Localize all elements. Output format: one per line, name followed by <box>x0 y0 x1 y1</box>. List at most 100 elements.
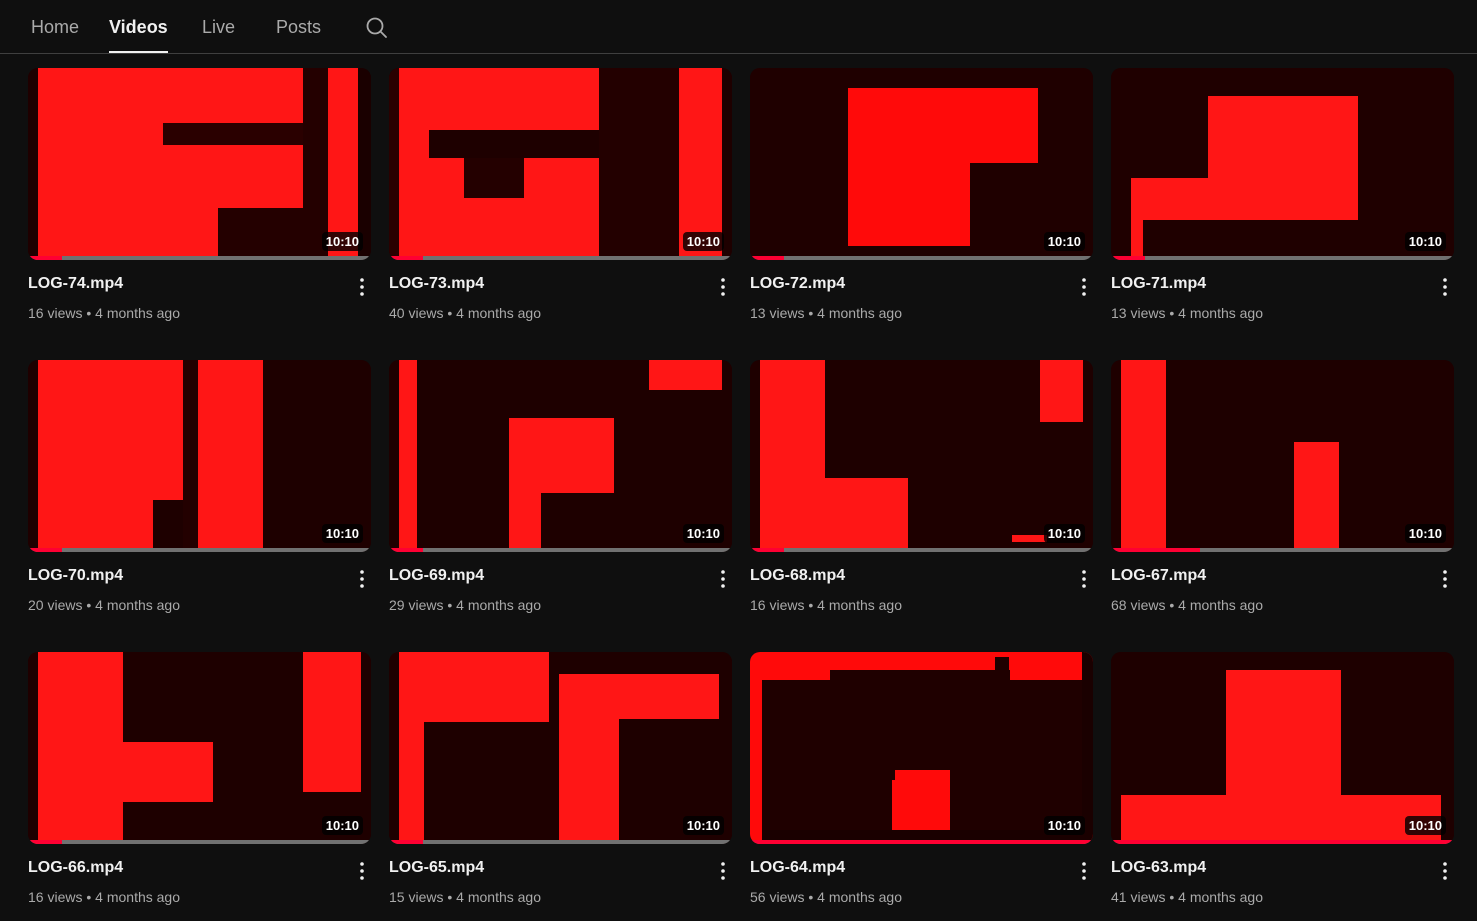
search-icon[interactable] <box>365 16 389 40</box>
watch-progress-fill <box>389 256 424 260</box>
watch-progress-fill <box>1111 840 1454 844</box>
video-duration: 10:10 <box>1043 816 1085 835</box>
video-thumbnail[interactable]: 10:10 <box>750 68 1093 260</box>
video-title[interactable]: LOG-63.mp4 <box>1111 859 1206 877</box>
video-meta: 20 views • 4 months ago <box>28 597 180 613</box>
video-views: 41 views <box>1111 889 1166 905</box>
video-thumbnail[interactable]: 10:10 <box>1111 68 1454 260</box>
video-age: 4 months ago <box>817 597 902 613</box>
video-title[interactable]: LOG-70.mp4 <box>28 567 123 585</box>
video-thumbnail[interactable]: 10:10 <box>389 360 732 552</box>
watch-progress-fill <box>750 840 1093 844</box>
more-actions-icon[interactable] <box>1075 567 1093 591</box>
video-duration: 10:10 <box>1404 816 1446 835</box>
watch-progress-bar <box>750 548 1093 552</box>
video-views: 68 views <box>1111 597 1166 613</box>
watch-progress-fill <box>1111 256 1146 260</box>
video-card: 10:10 LOG-71.mp4 13 views • 4 months ago <box>1111 68 1454 321</box>
more-actions-icon[interactable] <box>1436 275 1454 299</box>
watch-progress-fill <box>28 256 63 260</box>
tab-live[interactable]: Live <box>202 17 235 53</box>
video-age: 4 months ago <box>817 305 902 321</box>
video-views: 13 views <box>1111 305 1166 321</box>
video-age: 4 months ago <box>456 889 541 905</box>
video-title[interactable]: LOG-66.mp4 <box>28 859 123 877</box>
video-views: 16 views <box>28 889 83 905</box>
watch-progress-bar <box>28 548 371 552</box>
more-actions-icon[interactable] <box>1075 275 1093 299</box>
video-duration: 10:10 <box>321 524 363 543</box>
more-actions-icon[interactable] <box>353 859 371 883</box>
thumbnail-art <box>389 68 732 260</box>
watch-progress-fill <box>389 548 424 552</box>
video-grid: 10:10 LOG-74.mp4 16 views • 4 months ago <box>28 68 1454 905</box>
video-age: 4 months ago <box>95 889 180 905</box>
video-meta: 29 views • 4 months ago <box>389 597 541 613</box>
video-thumbnail[interactable]: 10:10 <box>28 360 371 552</box>
thumbnail-art <box>389 652 732 844</box>
watch-progress-bar <box>1111 256 1454 260</box>
video-title[interactable]: LOG-65.mp4 <box>389 859 484 877</box>
more-actions-icon[interactable] <box>1436 859 1454 883</box>
thumbnail-art <box>1111 68 1454 260</box>
video-thumbnail[interactable]: 10:10 <box>1111 360 1454 552</box>
video-duration: 10:10 <box>682 232 724 251</box>
watch-progress-fill <box>389 840 424 844</box>
video-age: 4 months ago <box>1178 305 1263 321</box>
more-actions-icon[interactable] <box>353 275 371 299</box>
thumbnail-art <box>1111 652 1454 844</box>
more-actions-icon[interactable] <box>714 567 732 591</box>
video-age: 4 months ago <box>456 597 541 613</box>
video-age: 4 months ago <box>456 305 541 321</box>
more-actions-icon[interactable] <box>353 567 371 591</box>
video-thumbnail[interactable]: 10:10 <box>1111 652 1454 844</box>
more-actions-icon[interactable] <box>714 275 732 299</box>
video-thumbnail[interactable]: 10:10 <box>750 360 1093 552</box>
more-actions-icon[interactable] <box>1075 859 1093 883</box>
video-thumbnail[interactable]: 10:10 <box>28 652 371 844</box>
video-duration: 10:10 <box>321 816 363 835</box>
video-thumbnail[interactable]: 10:10 <box>389 68 732 260</box>
video-age: 4 months ago <box>95 305 180 321</box>
thumbnail-art <box>389 360 732 552</box>
watch-progress-bar <box>750 840 1093 844</box>
video-card: 10:10 LOG-68.mp4 16 views • 4 months ago <box>750 360 1093 613</box>
video-card: 10:10 LOG-66.mp4 16 views • 4 months ago <box>28 652 371 905</box>
video-title[interactable]: LOG-68.mp4 <box>750 567 845 585</box>
video-meta: 16 views • 4 months ago <box>750 597 902 613</box>
video-thumbnail[interactable]: 10:10 <box>389 652 732 844</box>
more-actions-icon[interactable] <box>714 859 732 883</box>
video-views: 15 views <box>389 889 444 905</box>
video-title[interactable]: LOG-72.mp4 <box>750 275 845 293</box>
video-thumbnail[interactable]: 10:10 <box>750 652 1093 844</box>
video-title[interactable]: LOG-71.mp4 <box>1111 275 1206 293</box>
video-title[interactable]: LOG-67.mp4 <box>1111 567 1206 585</box>
watch-progress-bar <box>389 256 732 260</box>
thumbnail-art <box>1111 360 1454 552</box>
video-views: 16 views <box>750 597 805 613</box>
video-card: 10:10 LOG-73.mp4 40 views • 4 months ago <box>389 68 732 321</box>
watch-progress-bar <box>28 256 371 260</box>
video-meta: 68 views • 4 months ago <box>1111 597 1263 613</box>
video-card: 10:10 LOG-64.mp4 56 views • 4 months ago <box>750 652 1093 905</box>
video-card: 10:10 LOG-74.mp4 16 views • 4 months ago <box>28 68 371 321</box>
video-duration: 10:10 <box>321 232 363 251</box>
more-actions-icon[interactable] <box>1436 567 1454 591</box>
video-duration: 10:10 <box>1043 232 1085 251</box>
channel-tabs: Home Videos Live Posts <box>0 0 1477 54</box>
video-thumbnail[interactable]: 10:10 <box>28 68 371 260</box>
watch-progress-bar <box>28 840 371 844</box>
video-card: 10:10 LOG-70.mp4 20 views • 4 months ago <box>28 360 371 613</box>
video-duration: 10:10 <box>1404 232 1446 251</box>
video-card: 10:10 LOG-69.mp4 29 views • 4 months ago <box>389 360 732 613</box>
video-views: 16 views <box>28 305 83 321</box>
video-title[interactable]: LOG-74.mp4 <box>28 275 123 293</box>
tab-home[interactable]: Home <box>31 17 79 53</box>
video-title[interactable]: LOG-73.mp4 <box>389 275 484 293</box>
watch-progress-fill <box>28 548 63 552</box>
tab-posts[interactable]: Posts <box>276 17 321 53</box>
watch-progress-bar <box>1111 840 1454 844</box>
video-title[interactable]: LOG-64.mp4 <box>750 859 845 877</box>
video-title[interactable]: LOG-69.mp4 <box>389 567 484 585</box>
tab-videos[interactable]: Videos <box>109 17 168 53</box>
